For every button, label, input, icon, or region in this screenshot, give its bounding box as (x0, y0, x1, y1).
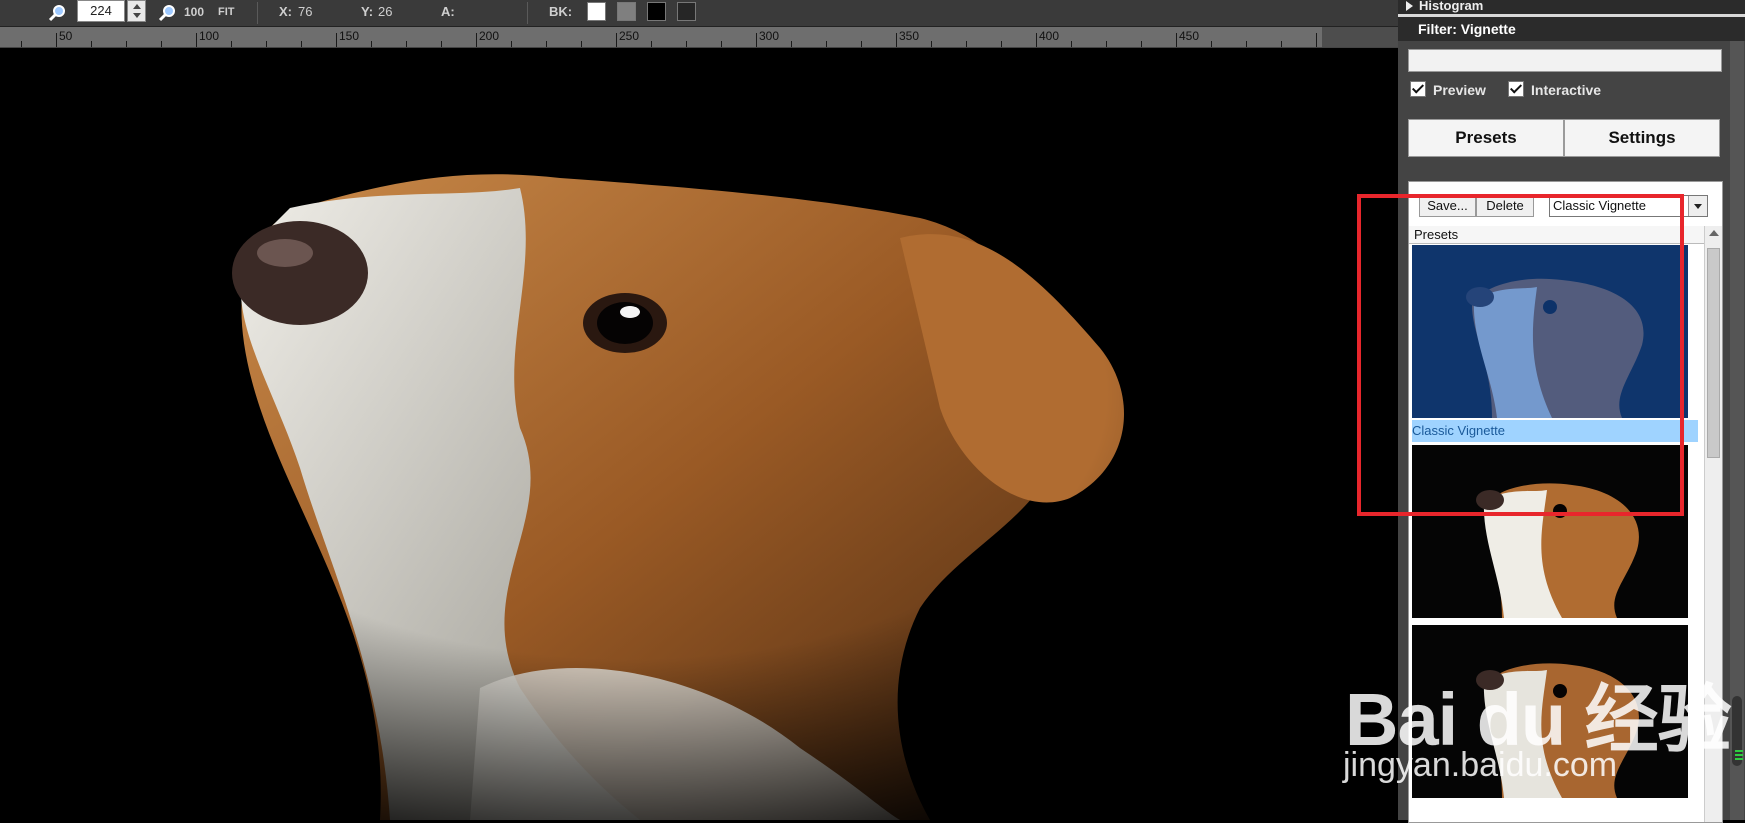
zoom-stepper[interactable] (127, 0, 146, 22)
ruler-tick (406, 41, 407, 47)
ruler-corner (1322, 27, 1398, 47)
ruler-tick (91, 41, 92, 47)
ruler-tick (1001, 41, 1002, 47)
ruler-label: 300 (759, 29, 780, 43)
ruler-tick (266, 41, 267, 47)
a-label: A: (441, 4, 455, 19)
ruler-tick (581, 41, 582, 47)
ruler-tick (966, 41, 967, 47)
zoom-100-button[interactable]: 100 (184, 0, 204, 26)
checkbox-checked-icon[interactable] (1410, 81, 1426, 97)
zoom-magnifier-icon[interactable] (48, 0, 68, 26)
scroll-up-icon[interactable] (1709, 230, 1719, 236)
ruler-label: 100 (199, 29, 220, 43)
progress-bar (1408, 49, 1722, 72)
ruler-tick (1106, 41, 1107, 47)
ruler-tick (56, 33, 57, 47)
chevron-down-icon[interactable] (1688, 196, 1707, 216)
toolbar: 224 100 FIT X: 76 Y: 26 A: BK: (0, 0, 1398, 27)
watermark-url: jingyan.baidu.com (1343, 746, 1618, 784)
interactive-label: Interactive (1531, 82, 1602, 98)
ruler-tick (1036, 33, 1037, 47)
ruler-label: 400 (1039, 29, 1060, 43)
ruler-tick (371, 41, 372, 47)
filter-title: Filter: Vignette (1418, 21, 1516, 37)
scrollbar-thumb[interactable] (1707, 248, 1720, 458)
ruler-tick (1246, 41, 1247, 47)
ruler-label: 450 (1179, 29, 1200, 43)
checkbox-checked-icon[interactable] (1508, 81, 1524, 97)
highlight-box (1357, 194, 1684, 516)
watermark: Bai du 经验 jingyan.baidu.com (1335, 630, 1735, 800)
histogram-title: Histogram (1419, 0, 1484, 13)
zoom-input[interactable]: 224 (77, 0, 125, 22)
ruler-label: 350 (899, 29, 920, 43)
ruler-tick (756, 33, 757, 47)
ruler-tick (826, 41, 827, 47)
ruler-label: 50 (59, 29, 73, 43)
interactive-checkbox[interactable]: Interactive (1508, 81, 1601, 99)
bk-swatch-darkgray[interactable] (677, 2, 696, 21)
bk-label: BK: (549, 4, 573, 19)
ruler-tick (686, 41, 687, 47)
bk-swatch-gray[interactable] (617, 2, 636, 21)
ruler-tick (441, 41, 442, 47)
x-value: 76 (298, 4, 313, 19)
x-label: X: (279, 4, 292, 19)
ruler-tick (1141, 41, 1142, 47)
ruler-tick (1211, 41, 1212, 47)
tab-presets[interactable]: Presets (1408, 119, 1564, 157)
ruler-tick (931, 41, 932, 47)
ruler-tick (861, 41, 862, 47)
preset-item-label (1412, 800, 1698, 822)
ruler-tick (1316, 33, 1317, 47)
ruler-tick (126, 41, 127, 47)
horizontal-ruler: 50 100 150 200 250 300 350 400 450 (0, 27, 1398, 48)
y-label: Y: (361, 4, 374, 19)
y-value: 26 (378, 4, 393, 19)
ruler-tick (161, 41, 162, 47)
ruler-tick (616, 33, 617, 47)
ruler-tick (791, 41, 792, 47)
ruler-tick (476, 33, 477, 47)
preview-checkbox[interactable]: Preview (1410, 81, 1486, 99)
tab-settings[interactable]: Settings (1564, 119, 1720, 157)
histogram-header[interactable]: Histogram (1398, 0, 1745, 14)
ruler-tick (721, 41, 722, 47)
image-canvas[interactable] (0, 48, 1398, 820)
ruler-tick (196, 33, 197, 47)
bk-swatch-white[interactable] (587, 2, 606, 21)
ruler-label: 150 (339, 29, 360, 43)
toolbar-divider (257, 2, 258, 24)
ruler-label: 200 (479, 29, 500, 43)
expand-triangle-icon (1406, 1, 1413, 11)
toolbar-divider (527, 2, 528, 24)
bk-swatch-black[interactable] (647, 2, 666, 21)
ruler-tick (511, 41, 512, 47)
ruler-tick (231, 41, 232, 47)
ruler-tick (1281, 41, 1282, 47)
ruler-tick (896, 33, 897, 47)
ruler-tick (301, 41, 302, 47)
ruler-tick (336, 33, 337, 47)
preview-label: Preview (1433, 82, 1486, 98)
ruler-label: 250 (619, 29, 640, 43)
ruler-tick (1071, 41, 1072, 47)
filter-title-bar: Filter: Vignette (1398, 17, 1745, 41)
ruler-tick (1176, 33, 1177, 47)
ruler-tick (651, 41, 652, 47)
ruler-tick (21, 41, 22, 47)
zoom-100-icon[interactable] (158, 0, 178, 26)
dog-photo (0, 48, 1398, 820)
fit-button[interactable]: FIT (218, 0, 235, 26)
ruler-tick (546, 41, 547, 47)
